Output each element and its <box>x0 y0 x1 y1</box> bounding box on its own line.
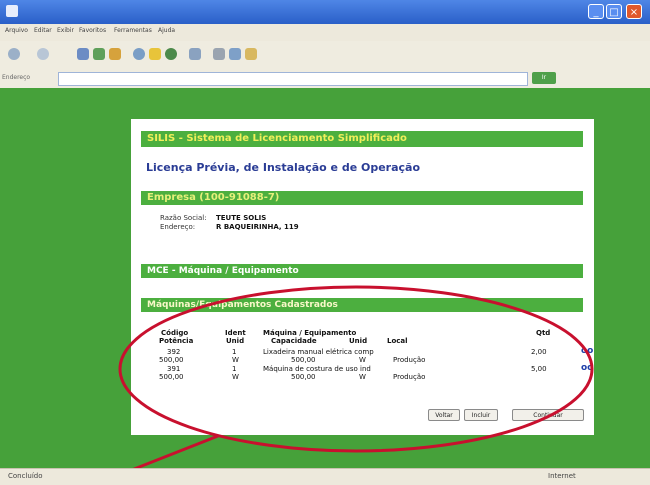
status-zone: Internet <box>548 472 576 480</box>
status-bar: Concluído Internet <box>0 468 650 485</box>
annotation-overlay <box>95 285 594 484</box>
annotation-ellipse <box>118 285 594 453</box>
status-text: Concluído <box>8 472 43 480</box>
